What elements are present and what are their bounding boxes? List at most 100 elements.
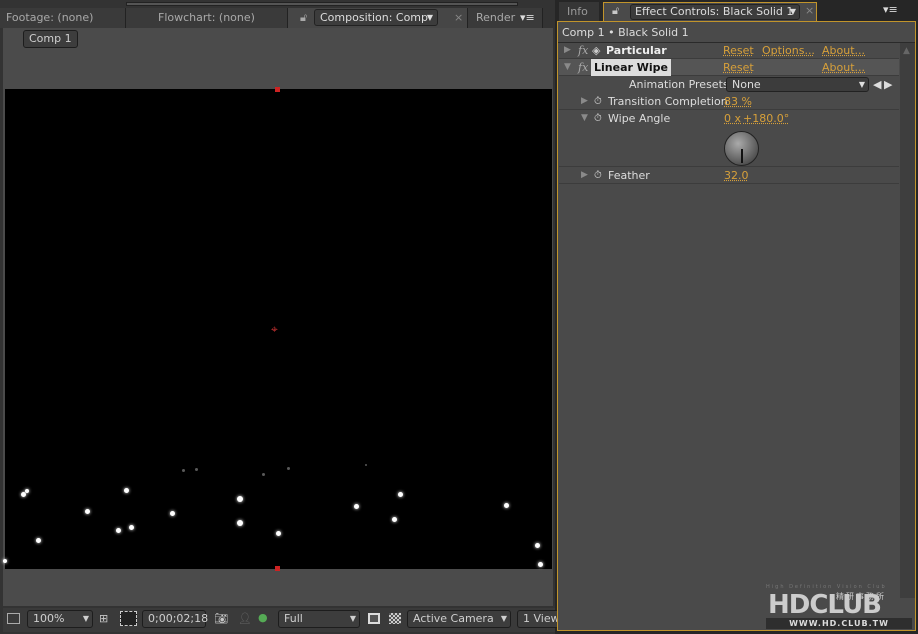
particle xyxy=(35,537,41,543)
particle xyxy=(84,508,90,514)
effect-row-linear-wipe[interactable]: ▼ fx Linear Wipe Reset About... xyxy=(559,59,899,76)
camera-dropdown[interactable]: Active Camera ▼ xyxy=(407,610,511,628)
particle xyxy=(391,516,397,522)
tab-composition[interactable]: 🔓︎ Composition: Comp 1▼ × xyxy=(288,8,468,39)
snapshot-icon[interactable]: 📷︎ xyxy=(214,612,228,625)
particle xyxy=(261,472,265,476)
particle xyxy=(353,503,359,509)
anchor-point-icon[interactable]: ⌖ xyxy=(271,322,278,337)
animation-presets-dropdown[interactable]: None ▼ xyxy=(726,77,869,92)
particle xyxy=(115,527,121,533)
plugin-cube-icon: ◈ xyxy=(592,44,601,57)
show-snapshot-icon[interactable]: 👤︎ xyxy=(238,612,252,625)
param-value[interactable]: 83 % xyxy=(724,93,752,110)
options-link[interactable]: Options... xyxy=(762,42,815,59)
panel-menu-icon[interactable]: ▾≡ xyxy=(520,8,535,28)
about-link[interactable]: About... xyxy=(822,59,865,76)
param-value[interactable]: +180.0° xyxy=(743,110,789,127)
vertical-scrollbar[interactable]: ▲ xyxy=(900,43,915,598)
stopwatch-icon[interactable]: ⏱︎ xyxy=(594,93,602,110)
chevron-down-icon: ▼ xyxy=(500,614,507,623)
composition-dropdown[interactable]: Composition: Comp 1▼ xyxy=(314,9,438,39)
expand-triangle-icon[interactable]: ▶ xyxy=(581,93,588,110)
region-of-interest-icon[interactable]: ⊞ xyxy=(99,612,108,625)
about-link[interactable]: About... xyxy=(822,42,865,59)
particle xyxy=(534,542,540,548)
transparency-grid-icon[interactable] xyxy=(389,613,401,624)
tab-render[interactable]: Render ▾≡ xyxy=(468,8,543,28)
chevron-down-icon: ▼ xyxy=(426,13,433,22)
composition-canvas[interactable] xyxy=(5,89,552,569)
reset-link[interactable]: Reset xyxy=(723,59,754,76)
layer-dropdown[interactable]: Effect Controls: Black Solid 1 ▼ xyxy=(630,4,800,20)
particle xyxy=(286,466,290,470)
param-label: Feather xyxy=(608,169,650,182)
animation-presets-row: Animation Presets: None ▼ ◀ ▶ xyxy=(559,76,899,93)
particle xyxy=(194,467,198,471)
chevron-down-icon: ▼ xyxy=(82,614,89,623)
lock-icon[interactable]: 🔓︎ xyxy=(300,8,307,28)
particle xyxy=(503,502,509,508)
scroll-up-icon[interactable]: ▲ xyxy=(903,46,910,56)
zoom-value: 100% xyxy=(33,612,65,625)
animation-presets-label: Animation Presets: xyxy=(629,78,733,91)
param-row-transition-completion[interactable]: ▶ ⏱︎ Transition Completion 83 % xyxy=(559,93,899,110)
panel-menu-icon[interactable]: ▾≡ xyxy=(883,3,898,16)
collapse-triangle-icon[interactable]: ▼ xyxy=(581,110,588,127)
next-preset-icon[interactable]: ▶ xyxy=(884,76,892,93)
fx-toggle-icon[interactable]: fx xyxy=(578,42,588,59)
fast-previews-icon[interactable] xyxy=(368,613,380,624)
param-row-feather[interactable]: ▶ ⏱︎ Feather 32.0 xyxy=(559,167,899,184)
wipe-handle-bottom[interactable] xyxy=(275,566,280,571)
tab-effect-controls[interactable]: 🔓︎ Effect Controls: Black Solid 1 ▼ × xyxy=(603,2,817,22)
hdclub-watermark: High Definition Vision Club HDCLUB 精研事務所… xyxy=(766,584,912,630)
previous-preset-icon[interactable]: ◀ xyxy=(873,76,881,93)
color-channels-icon[interactable]: ● xyxy=(258,611,268,624)
particle xyxy=(128,524,134,530)
particle xyxy=(537,561,543,567)
close-icon[interactable]: × xyxy=(454,8,463,28)
effect-row-particular[interactable]: ▶ fx ◈ Particular Reset Options... About… xyxy=(559,42,899,59)
stopwatch-icon[interactable]: ⏱︎ xyxy=(594,110,602,127)
tab-footage[interactable]: Footage: (none) xyxy=(0,8,126,28)
particle xyxy=(237,496,243,502)
zoom-dropdown[interactable]: 100% ▼ xyxy=(27,610,93,628)
chevron-down-icon: ▼ xyxy=(789,7,796,16)
particle xyxy=(169,510,175,516)
close-icon[interactable]: × xyxy=(805,4,814,17)
panel-scrollbar[interactable] xyxy=(126,2,518,6)
particle xyxy=(123,487,129,493)
render-tab-label: Render xyxy=(476,11,516,24)
timecode-display[interactable]: 0;00;02;18 xyxy=(142,610,208,628)
collapse-triangle-icon[interactable]: ▼ xyxy=(564,59,571,76)
param-label: Transition Completion xyxy=(608,95,728,108)
particle xyxy=(181,468,185,472)
wipe-handle-top[interactable] xyxy=(275,87,280,92)
param-label: Wipe Angle xyxy=(608,112,671,125)
particle xyxy=(25,489,29,493)
lock-icon[interactable]: 🔓︎ xyxy=(612,4,619,18)
comp-1-button[interactable]: Comp 1 xyxy=(23,30,78,48)
effect-controls-tab-label: Effect Controls: Black Solid 1 xyxy=(635,5,794,18)
tab-flowchart[interactable]: Flowchart: (none) xyxy=(126,8,288,28)
tab-info[interactable]: Info xyxy=(559,2,599,22)
expand-triangle-icon[interactable]: ▶ xyxy=(581,167,588,184)
watermark-chinese: 精研事務所 xyxy=(836,592,886,601)
transparency-grid-toggle[interactable] xyxy=(120,611,137,626)
particle xyxy=(237,520,243,526)
stopwatch-icon[interactable]: ⏱︎ xyxy=(594,167,602,184)
revolutions-value[interactable]: 0 x xyxy=(724,110,741,127)
effect-name: Particular xyxy=(606,44,667,57)
fx-toggle-icon[interactable]: fx xyxy=(578,59,588,76)
chevron-down-icon: ▼ xyxy=(858,80,865,89)
expand-triangle-icon[interactable]: ▶ xyxy=(564,42,571,59)
param-row-wipe-angle[interactable]: ▼ ⏱︎ Wipe Angle 0 x +180.0° xyxy=(559,110,899,167)
reset-link[interactable]: Reset xyxy=(723,42,754,59)
resolution-dropdown[interactable]: Full ▼ xyxy=(278,610,360,628)
param-value[interactable]: 32.0 xyxy=(724,167,749,184)
always-preview-icon[interactable] xyxy=(7,613,20,624)
particle xyxy=(275,530,281,536)
breadcrumb: Comp 1 • Black Solid 1 xyxy=(562,26,689,39)
watermark-url: WWW.HD.CLUB.TW xyxy=(766,618,912,629)
angle-dial[interactable] xyxy=(724,131,759,166)
